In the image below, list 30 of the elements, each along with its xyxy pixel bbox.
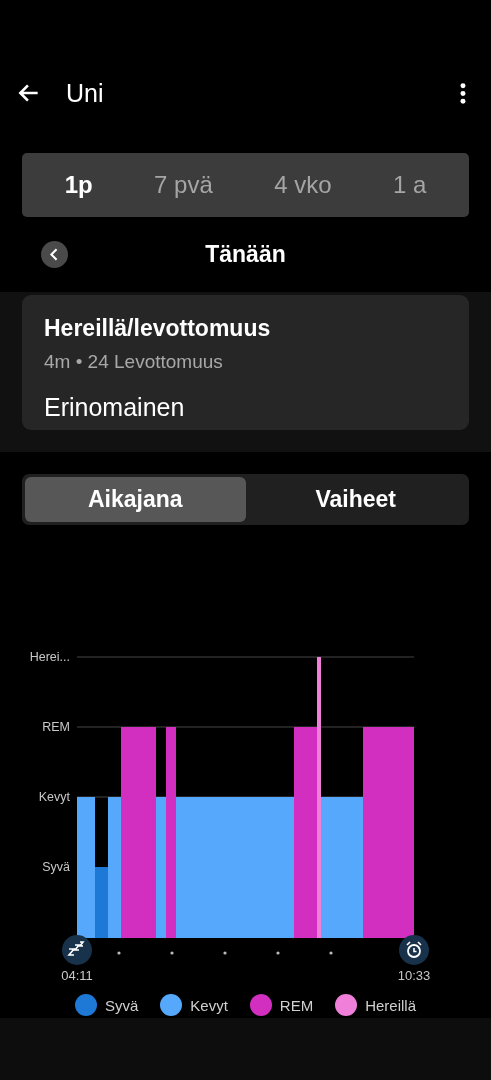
- axis-label: Syvä: [42, 860, 70, 874]
- view-tab[interactable]: Vaiheet: [245, 477, 466, 522]
- legend-label: Kevyt: [190, 996, 228, 1014]
- tick-dot: [170, 951, 174, 955]
- alarm-clock-icon: [399, 935, 429, 965]
- period-tab[interactable]: 1p: [54, 165, 103, 205]
- legend-label: Hereillä: [365, 996, 417, 1014]
- end-time: 10:33: [397, 968, 431, 983]
- period-tab[interactable]: 1 a: [382, 165, 437, 205]
- card-subtitle: 4m • 24 Levottomuus: [44, 351, 224, 373]
- screen-title: Uni: [66, 78, 105, 108]
- axis-label: Herei...: [29, 650, 70, 664]
- period-tab[interactable]: 4 vko: [264, 165, 342, 205]
- axis-label: REM: [42, 720, 70, 734]
- date-title: Tänään: [205, 241, 286, 268]
- card-title: Hereillä/levottomuus: [44, 315, 272, 342]
- axis-label: Kevyt: [38, 790, 70, 804]
- sleep-icon: [62, 935, 92, 965]
- start-time: 04:11: [61, 968, 93, 983]
- view-tab[interactable]: Aikajana: [25, 477, 246, 522]
- more-menu-icon[interactable]: [459, 81, 467, 105]
- rating-text: Erinomainen: [44, 393, 186, 422]
- period-tab[interactable]: 7 pvä: [144, 165, 223, 205]
- legend-label: Syvä: [104, 996, 139, 1014]
- tick-dot: [276, 951, 280, 955]
- tick-dot: [223, 951, 227, 955]
- legend-label: REM: [279, 996, 314, 1014]
- tick-dot: [117, 951, 121, 955]
- tick-dot: [329, 951, 333, 955]
- previous-day-icon[interactable]: [41, 241, 68, 268]
